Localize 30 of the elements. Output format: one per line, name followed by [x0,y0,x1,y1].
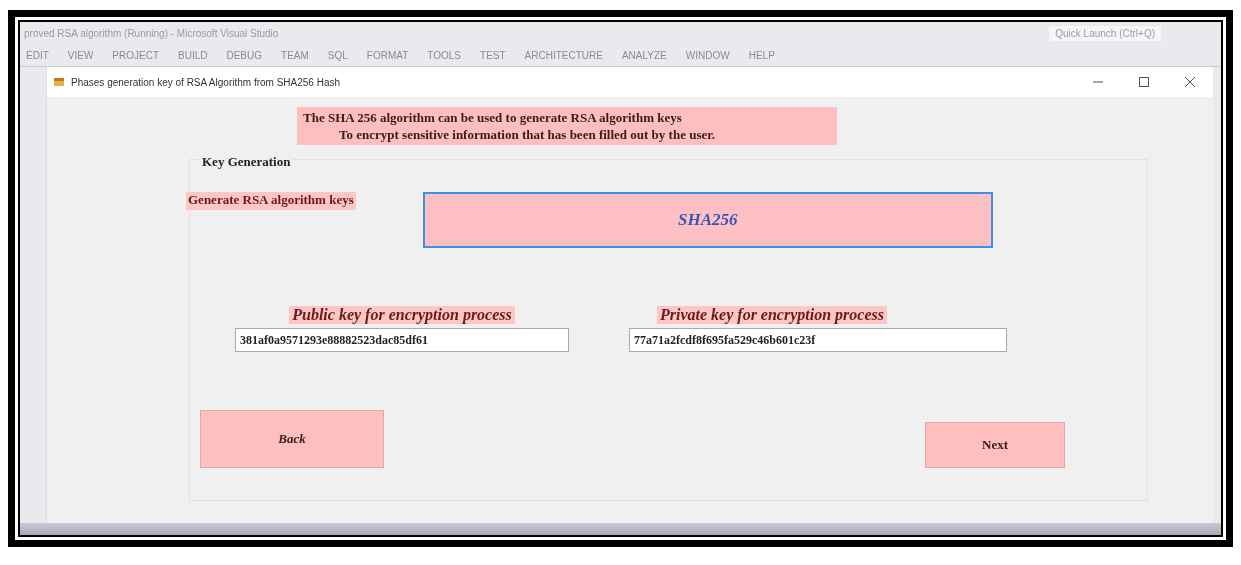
window-title: Phases generation key of RSA Algorithm from SHA256 Hash [71,76,342,88]
menu-item[interactable]: ARCHITECTURE [524,49,603,61]
menu-item[interactable]: FORMAT [366,49,409,61]
back-button[interactable]: Back [200,410,384,468]
key-field[interactable]: 77a71a2fcdf8f695fa529c46b601c23f [629,328,1007,352]
menu-item[interactable]: HELP [748,49,775,61]
ide-title: proved RSA algorithm (Running) - Microsoft Visual Studio [24,27,279,39]
menu-item[interactable]: TEST [480,49,506,61]
menu-item[interactable]: TOOLS [427,49,462,61]
close-icon [1185,77,1195,87]
key-label: Private key for encryption process [657,306,887,324]
menu-item[interactable]: ANALYZE [621,49,667,61]
menu-item[interactable]: DEBUG [226,49,263,61]
key-field[interactable]: 381af0a9571293e88882523dac85df61 [235,328,569,352]
menu-item[interactable]: EDIT [26,49,49,61]
maximize-icon [1139,77,1149,87]
sha256-button[interactable]: SHA256 [422,192,993,248]
menu-item[interactable]: WINDOW [685,49,730,61]
key-label: Public key for encryption process [289,306,515,324]
quick-launch-field[interactable]: Quick Launch (Ctrl+Q) [1049,25,1161,41]
group-title: Key Generation [200,154,293,170]
info-banner: The SHA 256 algorithm can be used to generate RSA algorithm keys To encrypt sensitive information that has been filled out by the user. [297,107,837,145]
menu-item[interactable]: TEAM [281,49,309,61]
menu-item[interactable]: BUILD [178,49,208,61]
next-button[interactable]: Next [925,422,1065,468]
generate-label: Generate RSA algorithm keys [186,192,356,210]
menu-item[interactable]: VIEW [67,49,94,61]
app-icon [53,76,65,88]
menu-item[interactable]: PROJECT [112,49,159,61]
menu-item[interactable]: SQL [327,49,348,61]
